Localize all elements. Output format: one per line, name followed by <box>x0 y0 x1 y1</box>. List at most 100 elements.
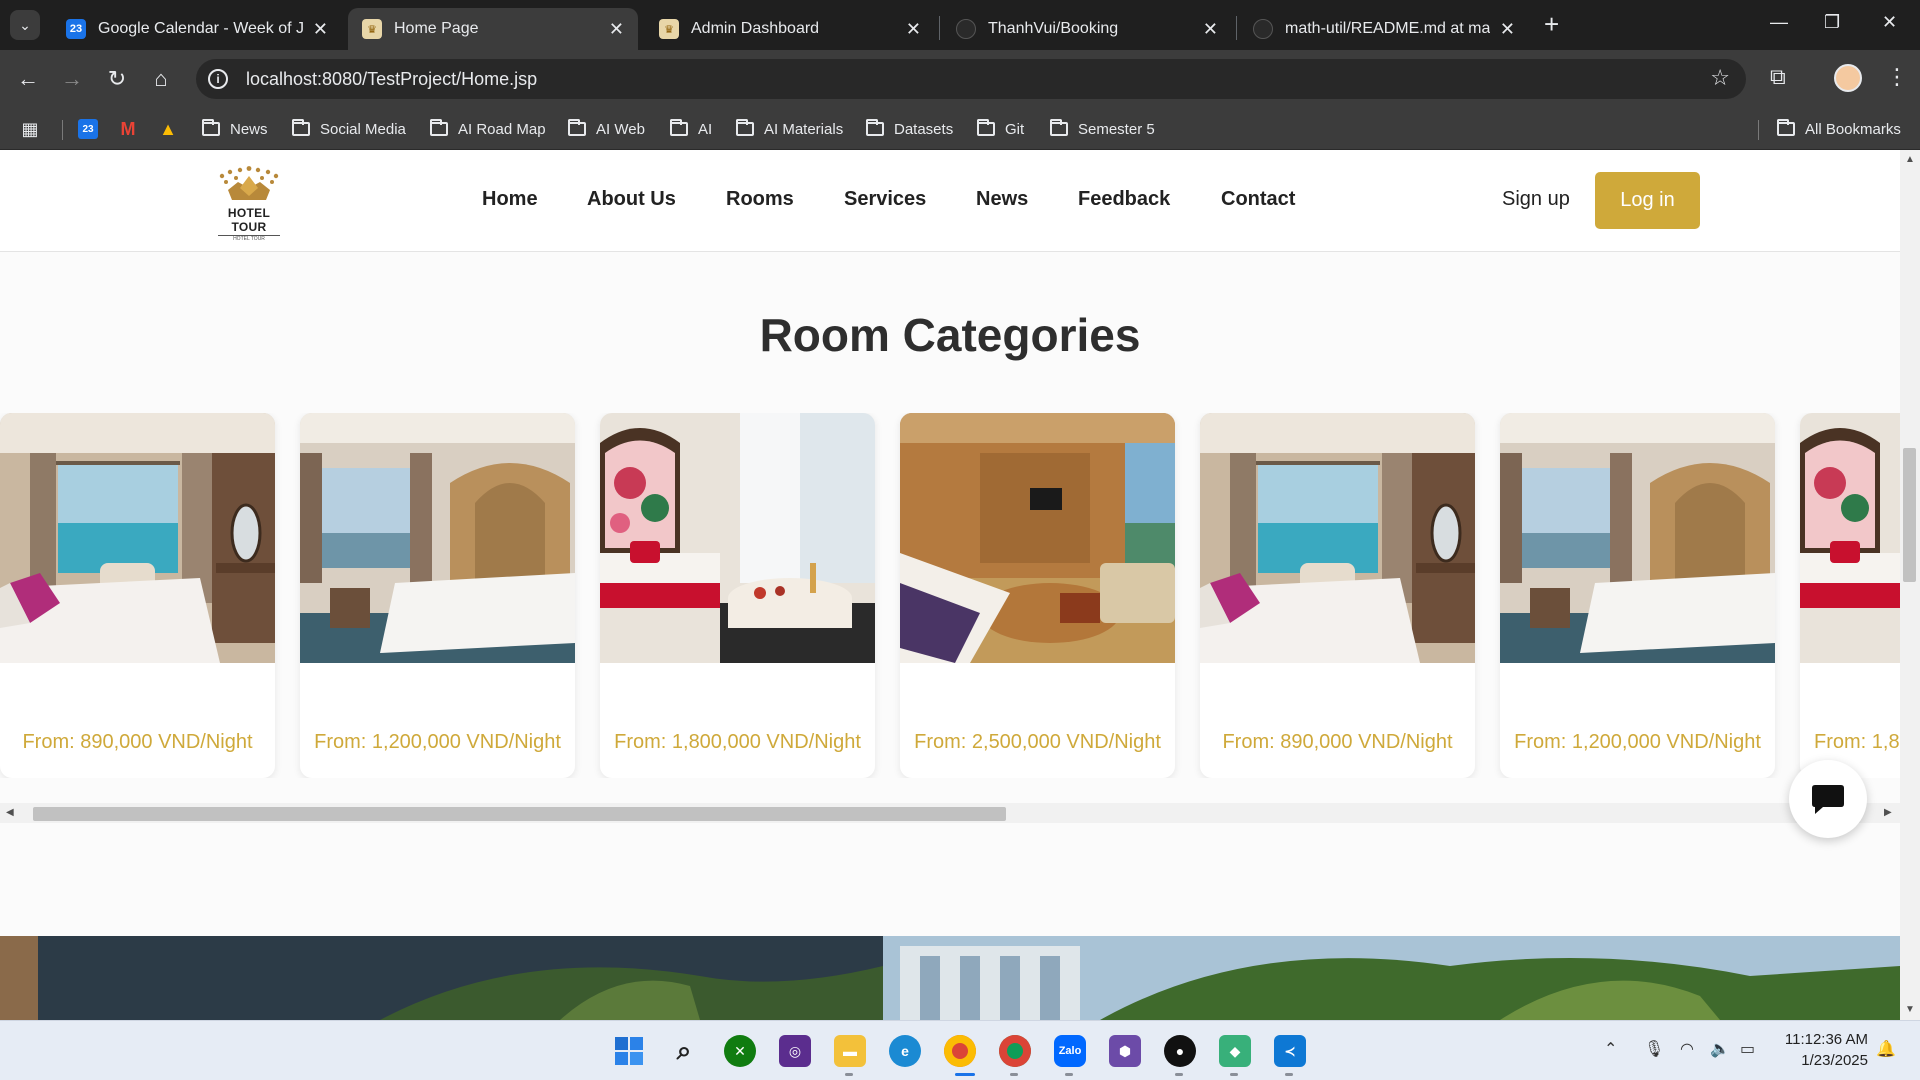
tab-title: ThanhVui/Booking <box>988 20 1119 37</box>
forward-icon[interactable]: → <box>57 64 87 94</box>
scroll-right-arrow-icon[interactable]: ▶ <box>1884 807 1892 818</box>
bookmark-folder-ai[interactable]: AI <box>670 116 712 142</box>
notification-bell-icon[interactable]: 🔔 <box>1876 1039 1896 1059</box>
bookmark-folder-social-media[interactable]: Social Media <box>292 116 406 142</box>
edge-icon[interactable]: e <box>889 1035 921 1067</box>
running-indicator <box>1230 1073 1238 1076</box>
tray-overflow-chevron-icon[interactable]: ⌃ <box>1604 1039 1617 1059</box>
login-button[interactable]: Log in <box>1595 172 1700 229</box>
volume-icon[interactable]: 🔈 <box>1710 1039 1730 1059</box>
tab-admin-dashboard[interactable]: ♛ Admin Dashboard ✕ <box>645 8 935 50</box>
menu-kebab-icon[interactable]: ⋮ <box>1886 64 1908 90</box>
bookmark-folder-ai-materials[interactable]: AI Materials <box>736 116 843 142</box>
bookmark-folder-news[interactable]: News <box>202 116 268 142</box>
tab-title: Google Calendar - Week of Janu <box>98 20 303 37</box>
room-card[interactable]: From: 890,000 VND/Night <box>1200 413 1475 778</box>
scroll-down-arrow-icon[interactable]: ▼ <box>1905 1004 1915 1015</box>
signup-link[interactable]: Sign up <box>1502 188 1570 211</box>
tab-home-page[interactable]: ♛ Home Page ✕ <box>348 8 638 50</box>
room-card[interactable]: From: 890,000 VND/Night <box>0 413 275 778</box>
room-photo-bathtub <box>1800 413 1900 663</box>
nav-services[interactable]: Services <box>844 188 926 211</box>
nav-feedback[interactable]: Feedback <box>1078 188 1170 211</box>
room-photo-balcony <box>300 413 575 663</box>
close-icon[interactable]: ✕ <box>313 19 328 40</box>
nav-rooms[interactable]: Rooms <box>726 188 794 211</box>
tab-github-booking[interactable]: ThanhVui/Booking ✕ <box>942 8 1232 50</box>
all-bookmarks-button[interactable]: All Bookmarks <box>1777 116 1901 142</box>
bookmark-folder-semester-5[interactable]: Semester 5 <box>1050 116 1155 142</box>
wifi-icon[interactable]: ◠ <box>1680 1039 1694 1059</box>
obs-icon[interactable]: ● <box>1164 1035 1196 1067</box>
bookmark-folder-ai-road-map[interactable]: AI Road Map <box>430 116 546 142</box>
windows-start-icon[interactable] <box>613 1035 645 1067</box>
clock-date: 1/23/2025 <box>1801 1052 1868 1069</box>
bookmark-calendar[interactable]: 23 <box>78 116 98 142</box>
system-clock[interactable]: 11:12:36 AM 1/23/2025 <box>1768 1029 1868 1071</box>
file-explorer-icon[interactable]: ▬ <box>834 1035 866 1067</box>
nav-home[interactable]: Home <box>482 188 538 211</box>
room-card[interactable]: From: 1,200,000 VND/Night <box>300 413 575 778</box>
vertical-scrollbar[interactable]: ▲ ▼ <box>1900 150 1920 1020</box>
profile-avatar[interactable] <box>1834 64 1862 92</box>
room-carousel[interactable]: From: 890,000 VND/Night From: 1,200,000 … <box>0 413 1900 778</box>
app-diamond-icon[interactable]: ◆ <box>1219 1035 1251 1067</box>
home-icon[interactable]: ⌂ <box>146 64 176 94</box>
scroll-up-arrow-icon[interactable]: ▲ <box>1905 154 1915 165</box>
scrollbar-thumb[interactable] <box>33 807 1006 821</box>
folder-icon <box>430 119 448 136</box>
site-info-icon[interactable]: i <box>208 69 228 89</box>
battery-icon[interactable]: ▭ <box>1740 1039 1755 1059</box>
bookmark-separator <box>62 120 63 140</box>
folder-icon <box>1050 119 1068 136</box>
window-close-icon[interactable]: ✕ <box>1882 12 1897 33</box>
nav-about-us[interactable]: About Us <box>587 188 676 211</box>
apps-grid-icon[interactable]: ▦ <box>20 116 40 142</box>
bookmark-folder-datasets[interactable]: Datasets <box>866 116 953 142</box>
vscode-icon[interactable]: ≺ <box>1274 1035 1306 1067</box>
tab-github-readme[interactable]: math-util/README.md at main ✕ <box>1239 8 1529 50</box>
bookmark-gmail[interactable]: M <box>118 116 138 142</box>
bookmark-star-icon[interactable]: ☆ <box>1710 65 1730 91</box>
zalo-icon[interactable]: Zalo <box>1054 1035 1086 1067</box>
close-icon[interactable]: ✕ <box>609 19 624 40</box>
scrollbar-thumb[interactable] <box>1903 448 1916 582</box>
room-card[interactable]: From: 2,500,000 VND/Night <box>900 413 1175 778</box>
nav-contact[interactable]: Contact <box>1221 188 1295 211</box>
extensions-icon[interactable]: ⧉ <box>1770 64 1786 90</box>
app-cube-icon[interactable]: ⬢ <box>1109 1035 1141 1067</box>
close-icon[interactable]: ✕ <box>906 19 921 40</box>
room-card[interactable]: From: 1,800,000 VND/Night <box>600 413 875 778</box>
chrome-icon[interactable] <box>944 1035 976 1067</box>
hotel-logo[interactable]: HOTEL TOUR HOTEL TOUR <box>212 166 286 242</box>
chat-button[interactable] <box>1789 760 1867 838</box>
restore-icon[interactable]: ❐ <box>1824 12 1840 33</box>
tab-google-calendar[interactable]: 23 Google Calendar - Week of Janu ✕ <box>52 8 342 50</box>
tab-title: Home Page <box>394 20 479 37</box>
gmail-icon: M <box>120 118 136 139</box>
close-icon[interactable]: ✕ <box>1500 19 1515 40</box>
back-icon[interactable]: ← <box>13 64 43 94</box>
site-header: HOTEL TOUR HOTEL TOUR Home About Us Room… <box>0 150 1900 252</box>
room-card[interactable]: From: 1,8 <box>1800 413 1900 778</box>
search-icon[interactable]: ⌕ <box>668 1035 700 1067</box>
url-text[interactable]: localhost:8080/TestProject/Home.jsp <box>246 69 537 90</box>
chrome-profile-icon[interactable] <box>999 1035 1031 1067</box>
nav-news[interactable]: News <box>976 188 1028 211</box>
room-card[interactable]: From: 1,200,000 VND/Night <box>1500 413 1775 778</box>
address-bar[interactable]: i localhost:8080/TestProject/Home.jsp ☆ <box>196 59 1746 99</box>
bookmark-drive[interactable]: ▲ <box>158 116 178 142</box>
reload-icon[interactable]: ↻ <box>102 64 132 94</box>
horizontal-scrollbar[interactable]: ◀ ▶ <box>0 803 1900 823</box>
xbox-icon[interactable]: ✕ <box>724 1035 756 1067</box>
github-icon <box>956 19 976 39</box>
scroll-left-arrow-icon[interactable]: ◀ <box>6 807 14 818</box>
app-icon-purple[interactable]: ◎ <box>779 1035 811 1067</box>
tab-search-button[interactable]: ⌄ <box>10 10 40 40</box>
microphone-icon[interactable]: 🎙 <box>1644 1039 1664 1059</box>
close-icon[interactable]: ✕ <box>1203 19 1218 40</box>
bookmark-folder-git[interactable]: Git <box>977 116 1024 142</box>
minimize-icon[interactable]: — <box>1770 12 1788 33</box>
bookmark-folder-ai-web[interactable]: AI Web <box>568 116 645 142</box>
new-tab-button[interactable]: + <box>1544 11 1559 37</box>
